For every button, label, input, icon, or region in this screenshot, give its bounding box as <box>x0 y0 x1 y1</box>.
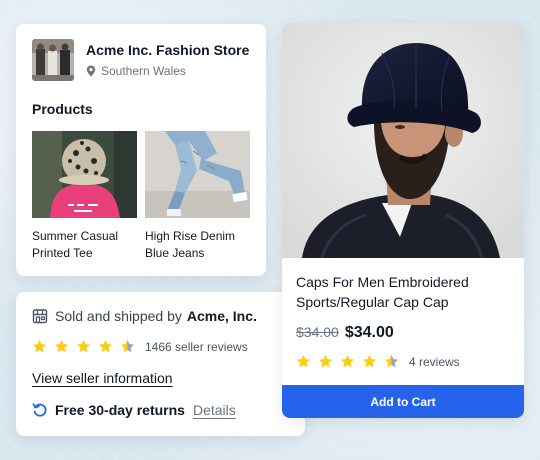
sold-by-row: Sold and shipped by Acme, Inc. <box>32 308 257 324</box>
sold-by-label: Sold and shipped by <box>55 308 182 324</box>
location-pin-icon <box>86 65 96 77</box>
star-full-icon <box>98 339 113 353</box>
seller-name: Acme, Inc. <box>186 308 257 324</box>
returns-text: Free 30-day returns <box>55 402 185 418</box>
product-tile[interactable]: High Rise Denim Blue Jeans <box>145 131 250 262</box>
add-to-cart-button[interactable]: Add to Cart <box>282 385 524 418</box>
view-seller-link[interactable]: View seller information <box>32 370 173 386</box>
store-location: Southern Wales <box>86 64 249 78</box>
storefront-icon <box>32 309 48 324</box>
star-half-icon <box>120 339 135 353</box>
product-rating-row: 4 reviews <box>296 354 460 369</box>
returns-details-link[interactable]: Details <box>193 402 236 418</box>
product-name[interactable]: High Rise Denim Blue Jeans <box>145 228 250 262</box>
seller-rating-stars <box>32 339 142 354</box>
store-location-text: Southern Wales <box>101 64 186 78</box>
product-name[interactable]: Summer Casual Printed Tee <box>32 228 137 262</box>
product-image-tee[interactable] <box>32 131 137 218</box>
seller-card: Sold and shipped by Acme, Inc. 1466 sell… <box>16 292 305 436</box>
sale-price: $34.00 <box>344 324 394 341</box>
star-half-icon <box>384 354 399 368</box>
star-full-icon <box>362 354 377 368</box>
product-image-jeans[interactable] <box>145 131 250 218</box>
star-full-icon <box>318 354 333 368</box>
store-card: Acme Inc. Fashion Store Southern Wales P… <box>16 24 266 276</box>
product-title[interactable]: Caps For Men Embroidered Sports/Regular … <box>296 272 511 312</box>
price-row: $34.00 $34.00 <box>296 324 394 342</box>
seller-rating-row: 1466 seller reviews <box>32 339 248 354</box>
store-header[interactable]: Acme Inc. Fashion Store Southern Wales <box>32 39 249 81</box>
product-hero-image[interactable] <box>282 23 524 258</box>
store-thumbnail <box>32 39 74 81</box>
star-full-icon <box>54 339 69 353</box>
product-review-count: 4 reviews <box>409 354 460 369</box>
product-tile[interactable]: Summer Casual Printed Tee <box>32 131 137 262</box>
seller-review-count: 1466 seller reviews <box>145 339 248 354</box>
product-rating-stars <box>296 354 406 369</box>
original-price: $34.00 <box>296 324 339 340</box>
refresh-icon <box>32 403 47 417</box>
star-full-icon <box>32 339 47 353</box>
product-card: Caps For Men Embroidered Sports/Regular … <box>282 23 524 418</box>
store-name[interactable]: Acme Inc. Fashion Store <box>86 42 249 58</box>
star-full-icon <box>76 339 91 353</box>
star-full-icon <box>340 354 355 368</box>
products-heading: Products <box>32 101 93 117</box>
returns-row: Free 30-day returns Details <box>32 402 236 418</box>
star-full-icon <box>296 354 311 368</box>
